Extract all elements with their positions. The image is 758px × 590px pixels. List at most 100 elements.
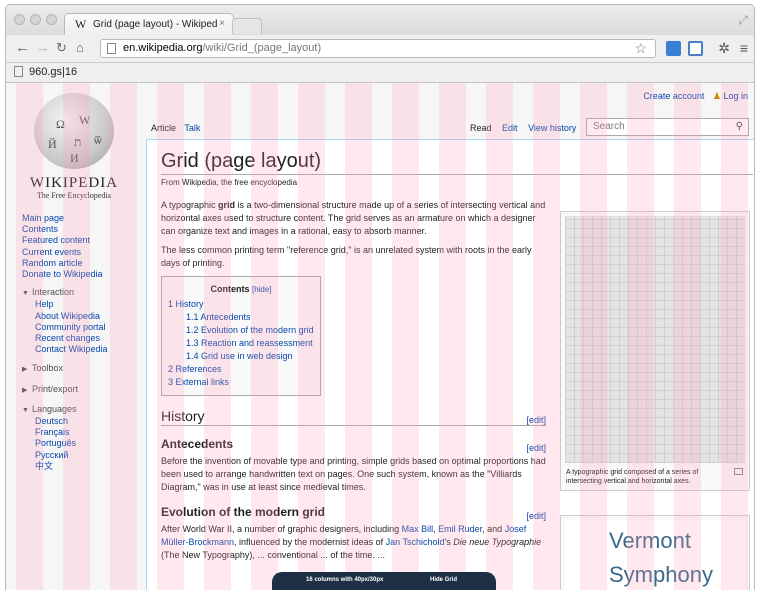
interaction-toggle[interactable]: ▼ Interaction xyxy=(22,287,142,299)
minimize-window-button[interactable] xyxy=(30,14,41,25)
menu-icon[interactable]: ≡ xyxy=(740,40,748,56)
sidebar-item-lang-fr[interactable]: Français xyxy=(22,427,142,438)
sidebar-item-lang-pt[interactable]: Português xyxy=(22,438,142,449)
sidebar-item-main-page[interactable]: Main page xyxy=(22,213,142,224)
link-emil-ruder[interactable]: Emil Ruder xyxy=(438,524,482,534)
bookmark-page-icon xyxy=(14,66,23,77)
reload-icon[interactable]: ↻ xyxy=(56,40,67,56)
languages-toggle[interactable]: ▼ Languages xyxy=(22,404,142,416)
enlarge-icon[interactable] xyxy=(734,468,743,475)
sidebar-item-lang-de[interactable]: Deutsch xyxy=(22,416,142,427)
sidebar-item-recent-changes[interactable]: Recent changes xyxy=(22,333,142,344)
browser-window: W Grid (page layout) - Wikiped × ⤢ ← → ↻… xyxy=(5,4,755,590)
url-host: en.wikipedia.org xyxy=(123,42,203,54)
search-input[interactable]: Search ⚲ xyxy=(586,118,749,136)
forward-icon[interactable]: → xyxy=(35,39,50,56)
bookmarks-bar: 960.gs|16 xyxy=(6,63,754,83)
interaction-label: Interaction xyxy=(32,287,75,298)
sidebar-item-contact[interactable]: Contact Wikipedia xyxy=(22,344,142,355)
address-bar[interactable]: en.wikipedia.org/wiki/Grid_(page_layout)… xyxy=(100,39,656,58)
toc-hide-link[interactable]: [hide] xyxy=(252,285,272,294)
paragraph-text: After World War II, a number of graphic … xyxy=(161,524,402,534)
section-heading-antecedents: Antecedents [edit] xyxy=(161,437,546,454)
link-max-bill[interactable]: Max Bill xyxy=(402,524,434,534)
grid-toolbar: 16 columns with 40px/30px Hide Grid xyxy=(272,572,496,590)
toolbox-toggle[interactable]: ▶ Toolbox xyxy=(22,363,142,375)
settings-gear-icon[interactable]: ✲ xyxy=(718,40,730,57)
intro-paragraph-1: A typographic grid is a two-dimensional … xyxy=(161,199,546,238)
interaction-portlet: ▼ Interaction Help About Wikipedia Commun… xyxy=(22,287,142,355)
grid-illustration[interactable] xyxy=(565,216,745,463)
toc-item[interactable]: 1.3 Reaction and reassessment xyxy=(168,337,314,350)
italic-title: Die neue Typographie xyxy=(453,537,542,547)
tab-edit[interactable]: Edit xyxy=(502,123,518,133)
sidebar-item-lang-zh[interactable]: 中文 xyxy=(22,461,142,472)
printexport-portlet: ▶ Print/export xyxy=(22,384,142,396)
url-path: /wiki/Grid_(page_layout) xyxy=(202,42,322,54)
wikipedia-globe-logo[interactable]: Ω W Й ת ѿ И xyxy=(34,93,114,169)
toc-item[interactable]: 1.4 Grid use in web design xyxy=(168,350,314,363)
tab-read[interactable]: Read xyxy=(470,123,492,133)
toc-item[interactable]: 2 References xyxy=(168,363,314,376)
toc-item[interactable]: 1.1 Antecedents xyxy=(168,311,314,324)
edit-link[interactable]: [edit] xyxy=(526,414,546,427)
sidebar-item-help[interactable]: Help xyxy=(22,299,142,310)
sidebar-item-current-events[interactable]: Current events xyxy=(22,247,142,258)
user-icon: ♟ xyxy=(712,91,721,101)
browser-tab[interactable]: W Grid (page layout) - Wikiped × xyxy=(64,13,234,35)
search-icon[interactable]: ⚲ xyxy=(736,121,743,132)
site-subtitle: From Wikipedia, the free encyclopedia xyxy=(161,178,298,187)
collapsed-arrow-icon: ▶ xyxy=(22,386,28,394)
figure-grid-image: A typographic grid composed of a series … xyxy=(560,211,750,491)
antecedents-paragraph: Before the invention of movable type and… xyxy=(161,456,546,492)
heading-text: Antecedents xyxy=(161,437,234,451)
sidebar-item-about[interactable]: About Wikipedia xyxy=(22,311,142,322)
tab-view-history[interactable]: View history xyxy=(528,123,576,133)
printexport-toggle[interactable]: ▶ Print/export xyxy=(22,384,142,396)
toc-title: Contents [hide] xyxy=(168,283,314,296)
home-icon[interactable]: ⌂ xyxy=(76,40,84,55)
tab-close-icon[interactable]: × xyxy=(219,18,225,29)
back-icon[interactable]: ← xyxy=(15,39,30,56)
sidebar-item-random-article[interactable]: Random article xyxy=(22,258,142,269)
logo-glyph: W xyxy=(79,113,91,127)
logo-glyph: Й xyxy=(48,137,57,151)
sidebar-item-donate[interactable]: Donate to Wikipedia xyxy=(22,269,142,280)
toc-item[interactable]: 1.2 Evolution of the modern grid xyxy=(168,324,314,337)
bookmark-item[interactable]: 960.gs|16 xyxy=(14,66,77,78)
vermont-symphony-image[interactable]: Vermont Symphony xyxy=(565,520,745,590)
section-heading-history: History [edit] xyxy=(161,409,546,427)
edit-link[interactable]: [edit] xyxy=(526,442,546,455)
evolution-paragraph: After World War II, a number of graphic … xyxy=(161,523,546,562)
languages-portlet: ▼ Languages Deutsch Français Português Ру… xyxy=(22,404,142,472)
edit-link[interactable]: [edit] xyxy=(526,510,546,523)
toc-item[interactable]: 1 History xyxy=(168,298,314,311)
sidebar-item-lang-ru[interactable]: Русский xyxy=(22,450,142,461)
hide-grid-button[interactable]: Hide Grid xyxy=(430,577,457,583)
link-jan-tschichold[interactable]: Jan Tschichold xyxy=(386,537,445,547)
bookmark-star-icon[interactable]: ☆ xyxy=(634,40,647,57)
sidebar: Main page Contents Featured content Curr… xyxy=(22,213,142,472)
create-account-link[interactable]: Create account xyxy=(643,91,704,101)
fullscreen-icon[interactable]: ⤢ xyxy=(738,13,748,28)
sidebar-item-featured-content[interactable]: Featured content xyxy=(22,235,142,246)
log-in-link[interactable]: ♟ Log in xyxy=(713,91,748,101)
sidebar-item-community-portal[interactable]: Community portal xyxy=(22,322,142,333)
extension-grid-icon[interactable] xyxy=(688,41,703,56)
logo-wordmark: WIKIPEDIA xyxy=(29,175,119,191)
paragraph-text: , influenced by the modernist ideas of xyxy=(234,537,386,547)
sidebar-item-contents[interactable]: Contents xyxy=(22,224,142,235)
expanded-arrow-icon: ▼ xyxy=(22,290,29,298)
view-tabs: Read Edit View history xyxy=(470,123,584,133)
toc-item[interactable]: 3 External links xyxy=(168,376,314,389)
toc-title-text: Contents xyxy=(210,284,250,294)
new-tab-button[interactable] xyxy=(232,18,262,34)
tab-article[interactable]: Article xyxy=(151,123,176,133)
extension-screen-icon[interactable] xyxy=(666,41,681,56)
tab-title: Grid (page layout) - Wikiped xyxy=(93,19,218,30)
heading-text: Evolution of the modern grid xyxy=(161,505,325,519)
zoom-window-button[interactable] xyxy=(46,14,57,25)
tab-talk[interactable]: Talk xyxy=(184,123,200,133)
close-window-button[interactable] xyxy=(14,14,25,25)
page-icon xyxy=(107,43,116,54)
